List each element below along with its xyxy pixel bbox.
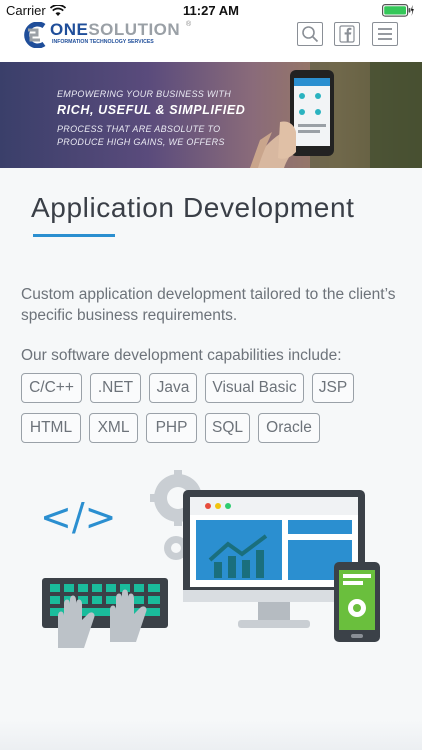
capability-tag-dotnet[interactable]: .NET <box>90 373 141 403</box>
title-underline <box>33 234 115 237</box>
app-header: ONESOLUTION ® INFORMATION TECHNOLOGY SER… <box>0 20 422 62</box>
hand-holding-phone-image <box>250 62 422 168</box>
page-bottom-edge <box>0 720 422 750</box>
capability-tag-visual-basic[interactable]: Visual Basic <box>205 373 304 403</box>
status-bar: Carrier 11:27 AM <box>0 0 422 22</box>
menu-button[interactable] <box>372 22 398 46</box>
menu-icon <box>378 28 392 40</box>
main-content: Application Development Custom applicati… <box>0 168 422 750</box>
capability-tag-sql[interactable]: SQL <box>205 413 250 443</box>
status-time: 11:27 AM <box>183 3 239 18</box>
capability-tag-oracle[interactable]: Oracle <box>258 413 320 443</box>
code-symbol-icon: </> <box>40 495 116 539</box>
capability-tag-html[interactable]: HTML <box>21 413 81 443</box>
banner-line-1: EMPOWERING YOUR BUSINESS WITH <box>57 89 232 99</box>
banner-line-4: PRODUCE HIGH GAINS, WE OFFERS <box>57 137 225 147</box>
logo-mark-icon <box>24 22 46 48</box>
page-title: Application Development <box>31 192 355 223</box>
registered-mark: ® <box>186 21 192 28</box>
hero-banner: EMPOWERING YOUR BUSINESS WITH RICH, USEF… <box>0 62 422 168</box>
search-icon <box>302 26 319 43</box>
logo-wordmark: ONESOLUTION <box>50 20 180 40</box>
capability-tag-xml[interactable]: XML <box>89 413 138 443</box>
capability-tag-php[interactable]: PHP <box>146 413 197 443</box>
battery-icon <box>382 4 414 22</box>
capability-tag-jsp[interactable]: JSP <box>312 373 354 403</box>
logo-word-one: ONE <box>50 20 89 39</box>
banner-line-2: RICH, USEFUL & SIMPLIFIED <box>57 103 246 117</box>
onesolution-logo[interactable]: ONESOLUTION ® INFORMATION TECHNOLOGY SER… <box>20 20 191 52</box>
facebook-icon <box>339 25 355 43</box>
banner-line-3: PROCESS THAT ARE ABSOLUTE TO <box>57 124 221 134</box>
capabilities-label: Our software development capabilities in… <box>21 347 342 364</box>
phone-icon <box>334 562 380 642</box>
logo-word-solution: SOLUTION <box>88 20 181 39</box>
logo-tagline: INFORMATION TECHNOLOGY SERVICES <box>52 39 154 45</box>
search-button[interactable] <box>297 22 323 46</box>
service-description: Custom application development tailored … <box>21 286 396 324</box>
app-development-illustration: </> <box>40 470 380 648</box>
facebook-button[interactable] <box>334 22 360 46</box>
capability-tag-cpp[interactable]: C/C++ <box>21 373 82 403</box>
capability-tag-java[interactable]: Java <box>149 373 197 403</box>
